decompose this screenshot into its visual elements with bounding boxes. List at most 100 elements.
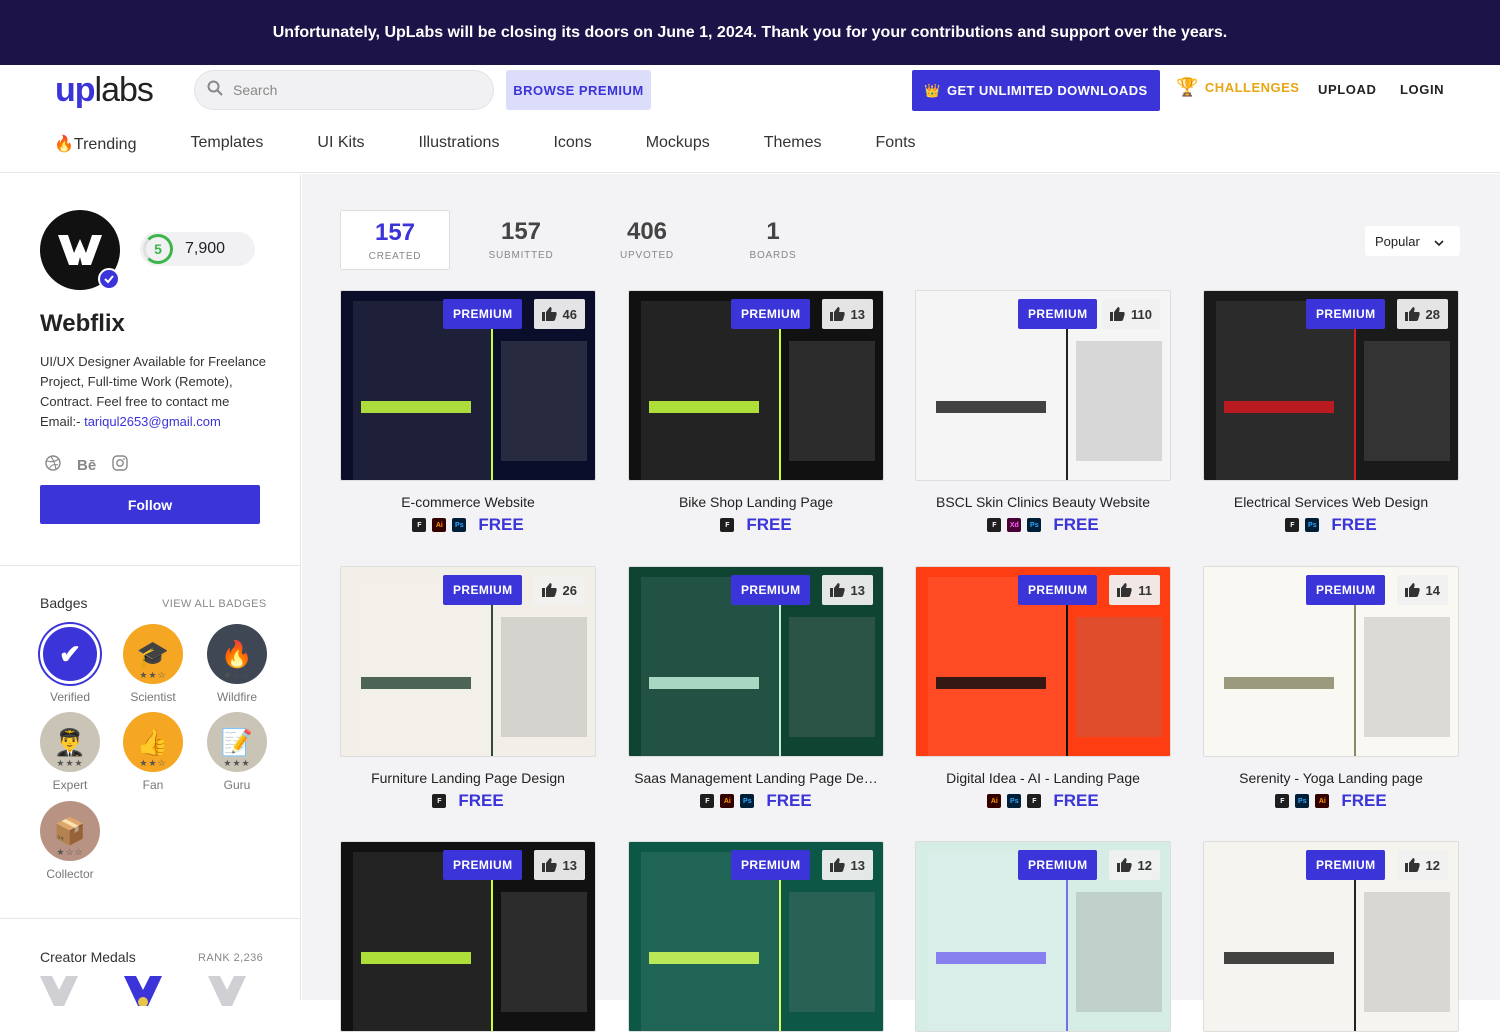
get-unlimited-downloads-button[interactable]: 👑 GET UNLIMITED DOWNLOADS (912, 70, 1160, 111)
nav-item-1[interactable]: Templates (190, 134, 263, 154)
design-title[interactable]: Electrical Services Web Design (1203, 494, 1459, 510)
uplabs-logo[interactable]: up labs (55, 73, 154, 107)
follow-button[interactable]: Follow (40, 485, 260, 524)
badge-glyph: 📝 (220, 726, 254, 757)
view-all-badges-link[interactable]: VIEW ALL BADGES (162, 598, 267, 610)
premium-tag: PREMIUM (1306, 850, 1386, 880)
stat-boards[interactable]: 1 BOARDS (718, 210, 828, 270)
likes-button[interactable]: 110 (1102, 299, 1160, 329)
nav-item-5[interactable]: Mockups (646, 134, 710, 154)
search-input[interactable] (233, 82, 463, 98)
design-title[interactable]: Furniture Landing Page Design (340, 770, 596, 786)
design-card[interactable]: PREMIUM 13 Saas Management Landing Page De… (628, 566, 884, 811)
dribbble-icon[interactable] (45, 455, 61, 476)
premium-tag: PREMIUM (443, 299, 523, 329)
sort-dropdown[interactable]: Popular (1365, 226, 1460, 256)
divider (0, 918, 300, 919)
stat-upvoted[interactable]: 406 UPVOTED (592, 210, 702, 270)
email-link[interactable]: tariqul2653@gmail.com (84, 414, 221, 429)
design-card[interactable]: PREMIUM 26 Furniture Landing Page Design F F… (340, 566, 596, 811)
likes-button[interactable]: 12 (1108, 850, 1160, 880)
likes-count: 11 (1138, 582, 1152, 598)
badge-scientist[interactable]: 🎓 ★★☆ Scientist (123, 624, 183, 704)
browse-premium-button[interactable]: BROWSE PREMIUM (506, 70, 651, 110)
design-thumbnail[interactable]: PREMIUM 14 (1203, 566, 1459, 757)
stat-created[interactable]: 157 CREATED (340, 210, 450, 270)
nav-item-2[interactable]: UI Kits (317, 134, 364, 154)
design-card[interactable]: PREMIUM 46 E-commerce Website F Ai Ps FREE (340, 290, 596, 535)
nav-item-6[interactable]: Themes (764, 134, 822, 154)
design-title[interactable]: E-commerce Website (340, 494, 596, 510)
design-title[interactable]: Serenity - Yoga Landing page (1203, 770, 1459, 786)
challenges-label: CHALLENGES (1204, 80, 1300, 95)
design-thumbnail[interactable]: PREMIUM 13 (628, 566, 884, 757)
badge-glyph: 🔥 (220, 638, 254, 669)
badge-stars: ★★☆ (139, 758, 167, 768)
badge-expert[interactable]: 👨‍✈️ ★★★ Expert (40, 712, 100, 792)
nav-item-0[interactable]: 🔥Trending (54, 134, 136, 154)
badge-label: Verified (49, 690, 91, 704)
badge-fan[interactable]: 👍 ★★☆ Fan (123, 712, 183, 792)
design-thumbnail[interactable]: PREMIUM 28 (1203, 290, 1459, 481)
design-thumbnail[interactable]: PREMIUM 12 (915, 841, 1171, 1032)
design-thumbnail[interactable]: PREMIUM 13 (628, 841, 884, 1032)
login-link[interactable]: LOGIN (1400, 82, 1444, 97)
design-card[interactable]: PREMIUM 13 Bike Shop Landing Page F FREE (628, 290, 884, 535)
nav-item-4[interactable]: Icons (553, 134, 591, 154)
upload-link[interactable]: UPLOAD (1318, 82, 1377, 97)
design-thumbnail[interactable]: PREMIUM 26 (340, 566, 596, 757)
design-card[interactable]: PREMIUM 12 (915, 841, 1171, 1032)
badge-glyph: ✔ (59, 638, 81, 669)
chevron-down-icon (1434, 234, 1444, 249)
likes-button[interactable]: 13 (821, 850, 873, 880)
design-thumbnail[interactable]: PREMIUM 11 (915, 566, 1171, 757)
rank-label: RANK 2,236 (198, 952, 264, 964)
instagram-icon[interactable] (112, 455, 128, 476)
likes-button[interactable]: 46 (533, 299, 585, 329)
likes-button[interactable]: 26 (533, 575, 585, 605)
thumbs-up-icon (1404, 858, 1420, 872)
likes-button[interactable]: 12 (1396, 850, 1448, 880)
badge-guru[interactable]: 📝 ★★★ Guru (207, 712, 267, 792)
likes-button[interactable]: 13 (533, 850, 585, 880)
badge-glyph: 👍 (136, 726, 170, 757)
design-title[interactable]: Digital Idea - AI - Landing Page (915, 770, 1171, 786)
thumbs-up-icon (829, 858, 845, 872)
design-thumbnail[interactable]: PREMIUM 12 (1203, 841, 1459, 1032)
design-title[interactable]: Bike Shop Landing Page (628, 494, 884, 510)
challenges-link[interactable]: 🏆 CHALLENGES (1176, 77, 1299, 98)
likes-button[interactable]: 13 (821, 575, 873, 605)
design-card[interactable]: PREMIUM 13 (628, 841, 884, 1032)
design-card[interactable]: PREMIUM 28 Electrical Services Web Design F… (1203, 290, 1459, 535)
likes-count: 46 (562, 306, 577, 322)
badge-wildfire[interactable]: 🔥 ★☆☆ Wildfire (207, 624, 267, 704)
likes-button[interactable]: 14 (1396, 575, 1448, 605)
thumbs-up-icon (1404, 307, 1420, 321)
design-title[interactable]: Saas Management Landing Page De… (628, 770, 884, 786)
design-thumbnail[interactable]: PREMIUM 110 (915, 290, 1171, 481)
design-card[interactable]: PREMIUM 14 Serenity - Yoga Landing page F Ps… (1203, 566, 1459, 811)
nav-item-3[interactable]: Illustrations (419, 134, 500, 154)
badge-collector[interactable]: 📦 ★☆☆ Collector (40, 801, 100, 881)
design-card[interactable]: PREMIUM 13 (340, 841, 596, 1032)
nav-item-7[interactable]: Fonts (876, 134, 916, 154)
design-thumbnail[interactable]: PREMIUM 13 (628, 290, 884, 481)
design-card[interactable]: PREMIUM 11 Digital Idea - AI - Landing Pag… (915, 566, 1171, 811)
design-card[interactable]: PREMIUM 12 (1203, 841, 1459, 1032)
design-thumbnail[interactable]: PREMIUM 46 (340, 290, 596, 481)
design-card[interactable]: PREMIUM 110 BSCL Skin Clinics Beauty Websi… (915, 290, 1171, 535)
price-free: FREE (1341, 791, 1387, 810)
premium-tag: PREMIUM (1018, 575, 1098, 605)
behance-icon[interactable]: Bē (77, 457, 96, 474)
likes-button[interactable]: 11 (1109, 575, 1160, 605)
search-box[interactable] (194, 70, 494, 110)
stat-submitted[interactable]: 157 SUBMITTED (466, 210, 576, 270)
design-title[interactable]: BSCL Skin Clinics Beauty Website (915, 494, 1171, 510)
badge-verified[interactable]: ✔ Verified (40, 624, 100, 704)
likes-button[interactable]: 28 (1396, 299, 1448, 329)
badge-glyph: 👨‍✈️ (53, 726, 87, 757)
design-thumbnail[interactable]: PREMIUM 13 (340, 841, 596, 1032)
stat-number: 157 (374, 219, 416, 246)
likes-button[interactable]: 13 (821, 299, 873, 329)
stat-number: 406 (626, 218, 668, 245)
